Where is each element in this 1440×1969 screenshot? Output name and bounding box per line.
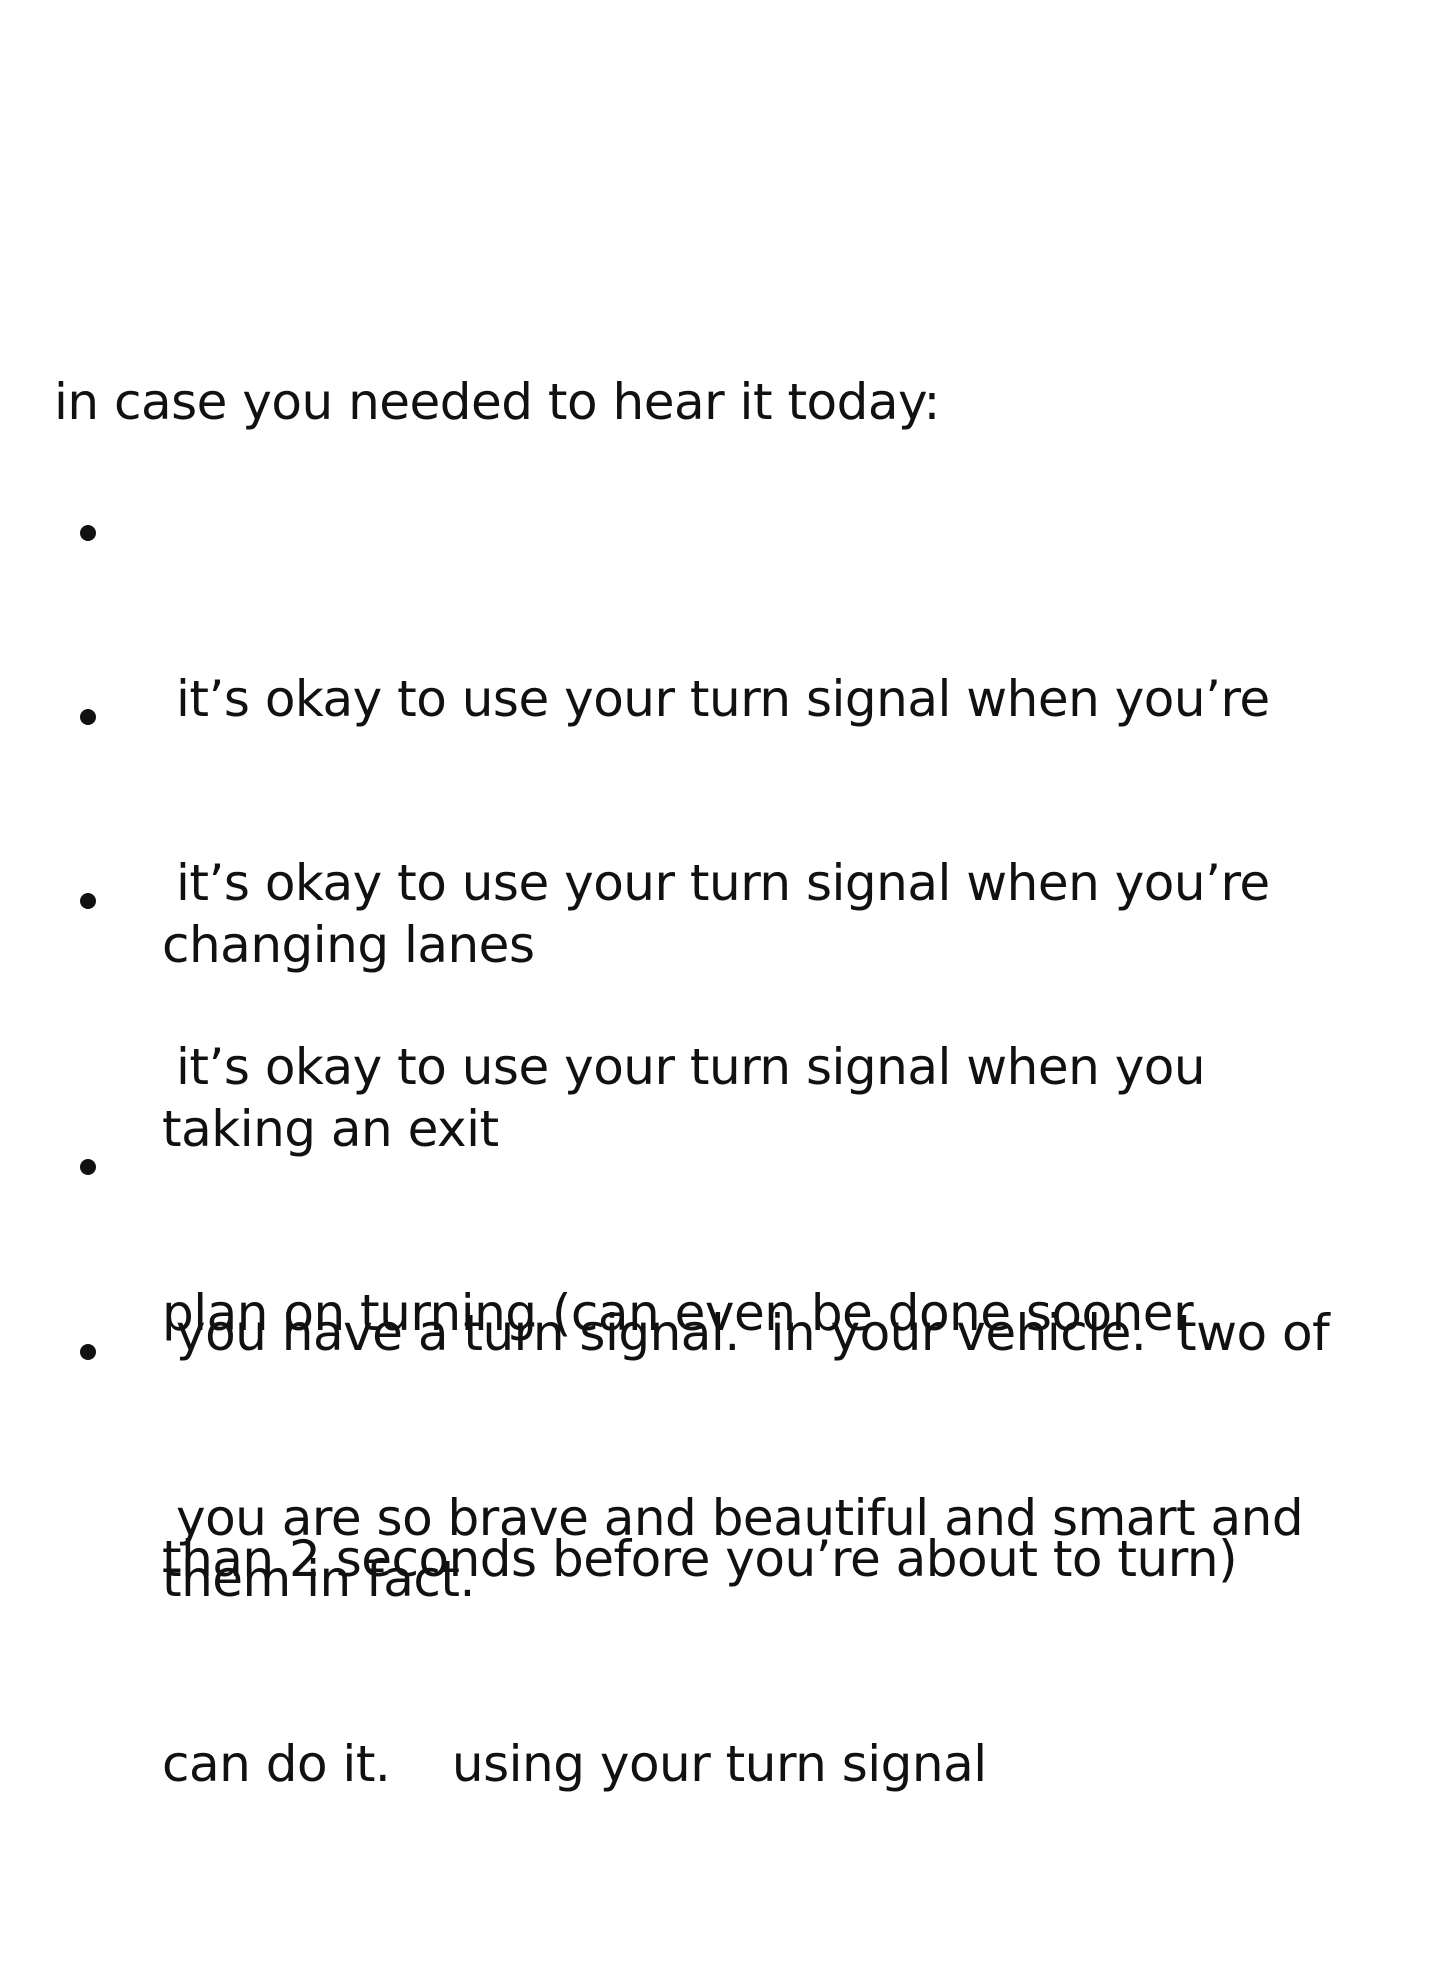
bullet-line: you are so brave and beautiful and smart… [176, 1489, 1304, 1547]
bullet-line: it’s okay to use your turn signal when y… [176, 1038, 1206, 1096]
intro-heading: in case you needed to hear it today: [54, 373, 940, 431]
bullet-dot-icon [80, 1159, 96, 1175]
bullet-dot-icon [80, 709, 96, 725]
post-content: in case you needed to hear it today: it’… [0, 0, 1440, 1795]
bullet-dot-icon [80, 525, 96, 541]
bullet-dot-icon [80, 1344, 96, 1360]
bullet-text: you are so brave and beautiful and smart… [162, 1313, 1304, 1969]
bullet-line: can do it. using your turn signal [162, 1735, 987, 1793]
bullet-dot-icon [80, 893, 96, 909]
